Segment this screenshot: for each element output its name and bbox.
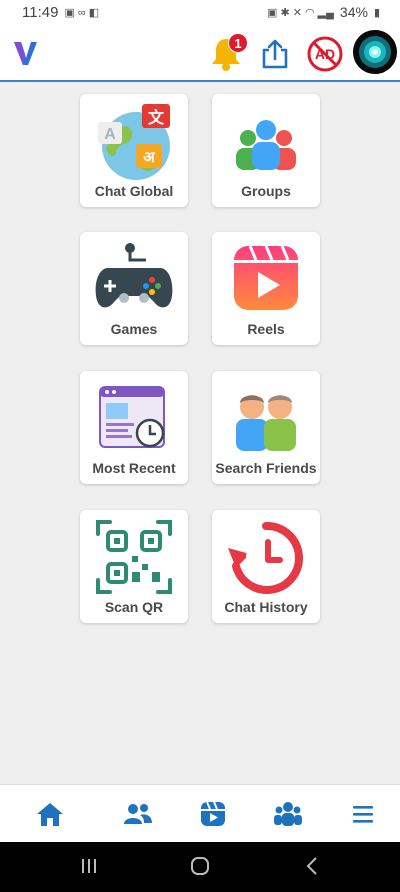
groups-icon [274, 802, 302, 826]
back-button[interactable] [305, 856, 319, 881]
system-status-icons: ▣ ✱ ✕ ◠ ▂▄ [267, 6, 334, 19]
group-people-icon [236, 120, 296, 170]
tile-label: Chat History [224, 599, 308, 615]
no-ads-icon: AD [307, 36, 343, 72]
home-system-button[interactable] [190, 856, 210, 881]
svg-text:A: A [104, 126, 116, 143]
tile-label: Search Friends [215, 460, 317, 476]
tile-label: Scan QR [104, 599, 164, 615]
nav-menu[interactable] [348, 799, 378, 829]
remove-ads-button[interactable]: AD [303, 32, 347, 76]
history-clock-icon [228, 521, 303, 594]
svg-text:文: 文 [148, 108, 165, 127]
tile-reels[interactable]: Reels [212, 232, 320, 345]
status-bar: 11:49 ▣ ∞ ◧ ▣ ✱ ✕ ◠ ▂▄ 34% ▮ [0, 0, 400, 26]
nav-friends[interactable] [123, 799, 153, 829]
tile-groups[interactable]: Groups [212, 94, 320, 207]
tile-search-friends[interactable]: Search Friends [212, 371, 320, 484]
share-button[interactable] [253, 32, 297, 76]
home-circle-icon [191, 857, 209, 875]
system-navigation-bar [0, 842, 400, 892]
search-friends-icon [236, 395, 296, 451]
avatar-image [353, 30, 397, 74]
tile-label: Most Recent [92, 460, 176, 476]
profile-avatar[interactable] [353, 30, 397, 74]
tile-chat-history[interactable]: Chat History [212, 510, 320, 623]
globe-translate-icon: A 文 अ [98, 104, 170, 180]
reels-play-icon [234, 245, 298, 310]
tile-chat-global[interactable]: A 文 अ Chat Global [80, 94, 188, 207]
tile-label: Groups [241, 183, 291, 199]
nav-reels[interactable] [198, 799, 228, 829]
tile-label: Chat Global [94, 183, 174, 199]
app-header: 1 AD [0, 26, 400, 82]
battery-icon: ▮ [373, 6, 380, 19]
home-icon [37, 803, 63, 826]
recent-clock-icon [99, 386, 165, 448]
tile-most-recent[interactable]: Most Recent [80, 371, 188, 484]
menu-icon [353, 806, 373, 823]
notification-badge: 1 [228, 33, 248, 53]
tile-games[interactable]: Games [80, 232, 188, 345]
svg-text:अ: अ [143, 148, 155, 166]
tile-label: Games [110, 321, 158, 337]
recents-button[interactable] [80, 856, 98, 880]
bottom-navigation [0, 784, 400, 842]
gamepad-icon [95, 243, 173, 308]
back-chevron-icon [306, 857, 317, 875]
notification-icons: ▣ ∞ ◧ [64, 7, 100, 19]
tile-scan-qr[interactable]: Scan QR [80, 510, 188, 623]
friends-icon [124, 804, 152, 824]
battery-percent: 34% [339, 4, 368, 20]
recents-icon [82, 859, 96, 873]
nav-home[interactable] [35, 799, 65, 829]
qr-code-icon [96, 520, 172, 594]
app-logo-icon[interactable] [12, 38, 38, 68]
nav-groups[interactable] [273, 799, 303, 829]
share-icon [262, 39, 288, 69]
reels-icon [201, 801, 225, 826]
notifications-button[interactable]: 1 [204, 32, 248, 76]
tile-label: Reels [247, 321, 285, 337]
status-time: 11:49 [22, 4, 59, 21]
